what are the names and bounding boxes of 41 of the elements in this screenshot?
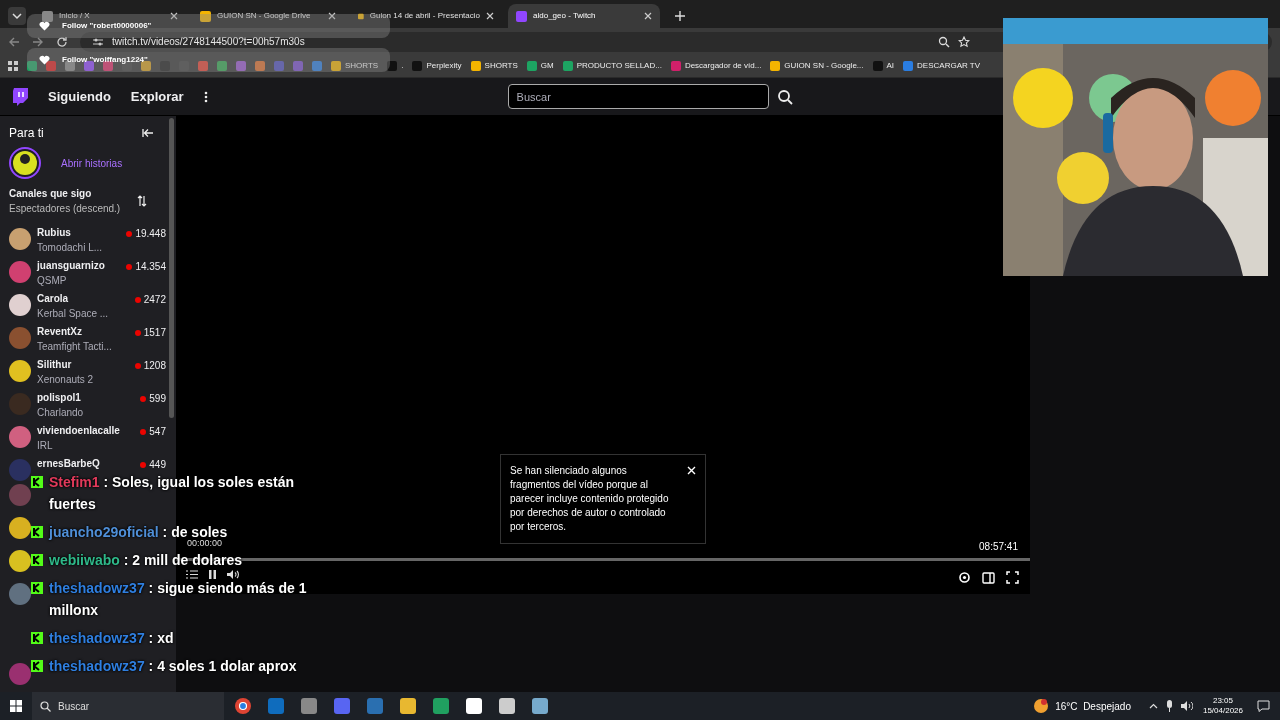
channel-game: Tomodachi L...	[37, 241, 104, 255]
channel-game: Charlando	[37, 406, 85, 420]
viewer-count: 19.448	[135, 227, 166, 241]
viewer-count: 599	[149, 392, 166, 406]
chat-message: theshadowz37 : xd	[49, 629, 175, 648]
chat-message: Stefim1 : Soles, igual los soles están fuertes	[49, 473, 296, 514]
bookmark-label: AI	[886, 60, 895, 72]
viewer-count: 1517	[143, 326, 166, 340]
channel-game: Kerbal Space ...	[37, 307, 110, 321]
viewer-count: 547	[149, 425, 166, 439]
channel-game: QSMP	[37, 274, 68, 288]
chat-message: theshadowz37 : 4 soles 1 dolar aprox	[49, 657, 298, 676]
bookmark-label: SHORTS	[484, 60, 518, 72]
viewer-count: 14.354	[135, 260, 166, 274]
url-text: twitch.tv/videos/2748144500?t=00h57m30s	[112, 35, 305, 49]
bookmark-label: SHORTS	[345, 60, 379, 72]
tab-title: aldo_geo - Twitch	[533, 10, 597, 22]
duration-time: 08:57:41	[979, 540, 1018, 554]
section-title: Canales que sigo	[9, 187, 93, 201]
elapsed-time: 00:00:00	[187, 540, 223, 547]
bookmark-label: .	[401, 60, 404, 72]
tab-title: Guion 14 de abril - Presentacio	[369, 10, 480, 22]
tab-title: Inicio / X	[59, 10, 91, 22]
toast-text: Follow "wolffang1224"	[62, 54, 148, 66]
sidebar-title: Para ti	[9, 125, 44, 142]
bookmark-label: DESCARGAR TV	[917, 60, 981, 72]
toast-text: Follow "robert0000006"	[62, 20, 152, 32]
channel-game: Teamfight Tacti...	[37, 340, 113, 354]
chat-message: theshadowz37 : sigue siendo más de 1 millonx	[49, 579, 308, 620]
chat-message: webiiwabo : 2 mill de dolares	[49, 551, 243, 570]
channel-game: Xenonauts 2	[37, 373, 95, 387]
sort-label: Espectadores (descend.)	[9, 202, 121, 216]
channel-game: IRL	[37, 439, 54, 453]
notice-text: Se han silenciado algunos fragmentos del vídeo porque al parecer incluye contenido protegido por derechos de autor o controlado por terceros.	[510, 464, 670, 534]
tab-title: GUION SN - Google Drive	[217, 10, 312, 22]
bookmark-label: Descargador de víd...	[684, 60, 762, 72]
bookmark-label: GM	[540, 60, 554, 72]
viewer-count: 449	[149, 458, 166, 472]
bookmark-label: Perplexity	[426, 60, 462, 72]
viewer-count: 1208	[143, 359, 166, 373]
viewer-count: 2472	[143, 293, 166, 307]
